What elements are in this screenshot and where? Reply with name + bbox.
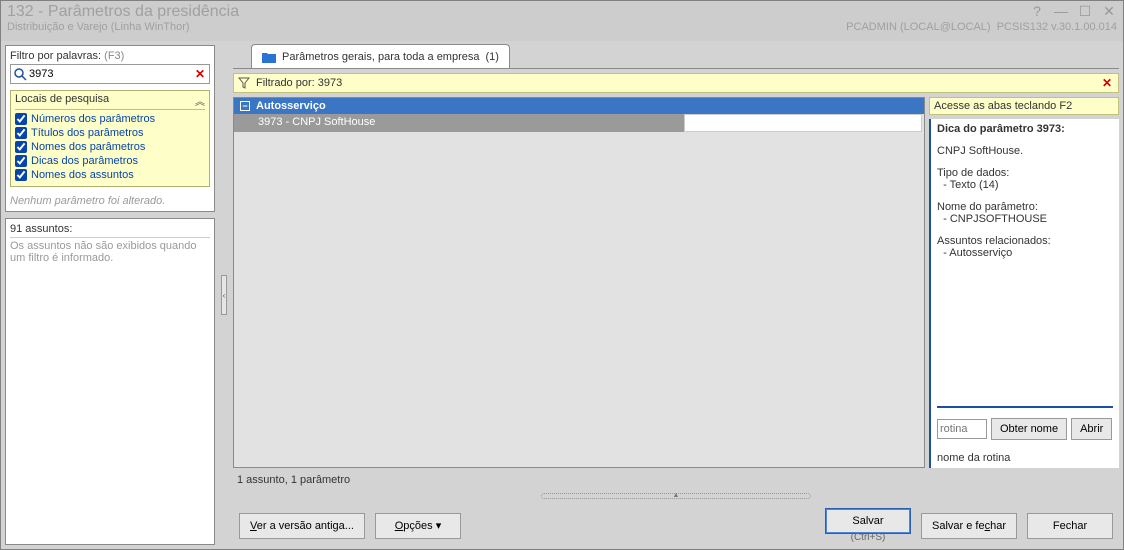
- clear-search-icon[interactable]: ✕: [193, 67, 207, 81]
- help-icon[interactable]: ?: [1029, 4, 1045, 20]
- search-icon: [13, 67, 27, 81]
- maximize-icon[interactable]: ☐: [1077, 4, 1093, 20]
- status-bar: 1 assunto, 1 parâmetro: [233, 472, 1119, 488]
- collapse-group-icon[interactable]: −: [240, 101, 250, 111]
- clear-filter-icon[interactable]: ✕: [1100, 76, 1114, 90]
- check-numeros[interactable]: Números dos parâmetros: [15, 112, 205, 126]
- rotina-input[interactable]: [937, 419, 987, 439]
- subjects-title: 91 assuntos:: [10, 223, 210, 238]
- check-nomes-param[interactable]: Nomes dos parâmetros: [15, 140, 205, 154]
- search-input[interactable]: [27, 66, 193, 82]
- titlebar: 132 - Parâmetros da presidência ? — ☐ ✕ …: [1, 1, 1123, 41]
- check-titulos[interactable]: Títulos dos parâmetros: [15, 126, 205, 140]
- filter-bar: Filtrado por: 3973 ✕: [233, 73, 1119, 93]
- abrir-button[interactable]: Abrir: [1071, 418, 1112, 440]
- no-change-note: Nenhum parâmetro foi alterado.: [10, 195, 210, 207]
- filter-label: Filtro por palavras: (F3): [10, 50, 210, 62]
- horizontal-splitter[interactable]: ▲: [233, 492, 1119, 500]
- param-label-cell: 3973 - CNPJ SoftHouse: [234, 114, 684, 132]
- save-shortcut: (Ctrl+S): [851, 532, 886, 543]
- close-icon[interactable]: ✕: [1101, 4, 1117, 20]
- info-tipo: Tipo de dados: - Texto (14): [937, 167, 1113, 191]
- subjects-msg: Os assuntos não são exibidos quando um f…: [10, 240, 210, 264]
- save-button[interactable]: Salvar: [825, 508, 911, 534]
- table-row[interactable]: 3973 - CNPJ SoftHouse: [234, 114, 924, 132]
- close-button[interactable]: Fechar: [1027, 513, 1113, 539]
- info-head: Dica do parâmetro 3973:: [937, 123, 1113, 135]
- funnel-icon: [238, 77, 250, 89]
- check-dicas[interactable]: Dicas dos parâmetros: [15, 154, 205, 168]
- button-bar: Ver a versão antiga... Opções ▾ Salvar (…: [233, 504, 1119, 545]
- subjects-panel: 91 assuntos: Os assuntos não são exibido…: [5, 218, 215, 545]
- save-close-button[interactable]: Salvar e fechar: [921, 513, 1017, 539]
- f2-hint: Acesse as abas teclando F2: [929, 97, 1119, 115]
- tabbar: Parâmetros gerais, para toda a empresa (…: [233, 45, 1119, 69]
- grid-group-header[interactable]: − Autosserviço: [234, 98, 924, 114]
- param-info-panel: Dica do parâmetro 3973: CNPJ SoftHouse. …: [929, 119, 1119, 468]
- minimize-icon[interactable]: —: [1053, 4, 1069, 20]
- version-info: PCADMIN (LOCAL@LOCAL) PCSIS132 v.30.1.00…: [846, 21, 1117, 33]
- window-subtitle: Distribuição e Varejo (Linha WinThor): [7, 21, 190, 33]
- obter-nome-button[interactable]: Obter nome: [991, 418, 1067, 440]
- filter-panel: Filtro por palavras: (F3) ✕ Locais de pe…: [5, 45, 215, 212]
- old-version-button[interactable]: Ver a versão antiga...: [239, 513, 365, 539]
- param-value-cell[interactable]: [684, 114, 922, 132]
- folder-icon: [262, 51, 276, 63]
- info-nome: Nome do parâmetro: - CNPJSOFTHOUSE: [937, 201, 1113, 225]
- rotina-label: nome da rotina: [937, 450, 1113, 464]
- parameter-grid[interactable]: − Autosserviço 3973 - CNPJ SoftHouse: [233, 97, 925, 468]
- window-title: 132 - Parâmetros da presidência: [7, 3, 1029, 21]
- filterbar-label: Filtrado por: 3973: [256, 77, 342, 89]
- check-nomes-assuntos[interactable]: Nomes dos assuntos: [15, 168, 205, 182]
- grid-empty-area: [234, 132, 924, 467]
- search-input-wrap[interactable]: ✕: [10, 64, 210, 84]
- collapse-icon[interactable]: ︽: [195, 93, 205, 108]
- app-window: 132 - Parâmetros da presidência ? — ☐ ✕ …: [0, 0, 1124, 550]
- vertical-splitter[interactable]: ‹: [221, 45, 227, 545]
- tab-parametros-gerais[interactable]: Parâmetros gerais, para toda a empresa (…: [251, 44, 510, 68]
- info-rel: Assuntos relacionados: - Autosserviço: [937, 235, 1113, 259]
- info-desc: CNPJ SoftHouse.: [937, 145, 1113, 157]
- search-locations-title: Locais de pesquisa: [15, 93, 109, 108]
- search-locations-panel: Locais de pesquisa ︽ Números dos parâmet…: [10, 90, 210, 187]
- options-button[interactable]: Opções ▾: [375, 513, 461, 539]
